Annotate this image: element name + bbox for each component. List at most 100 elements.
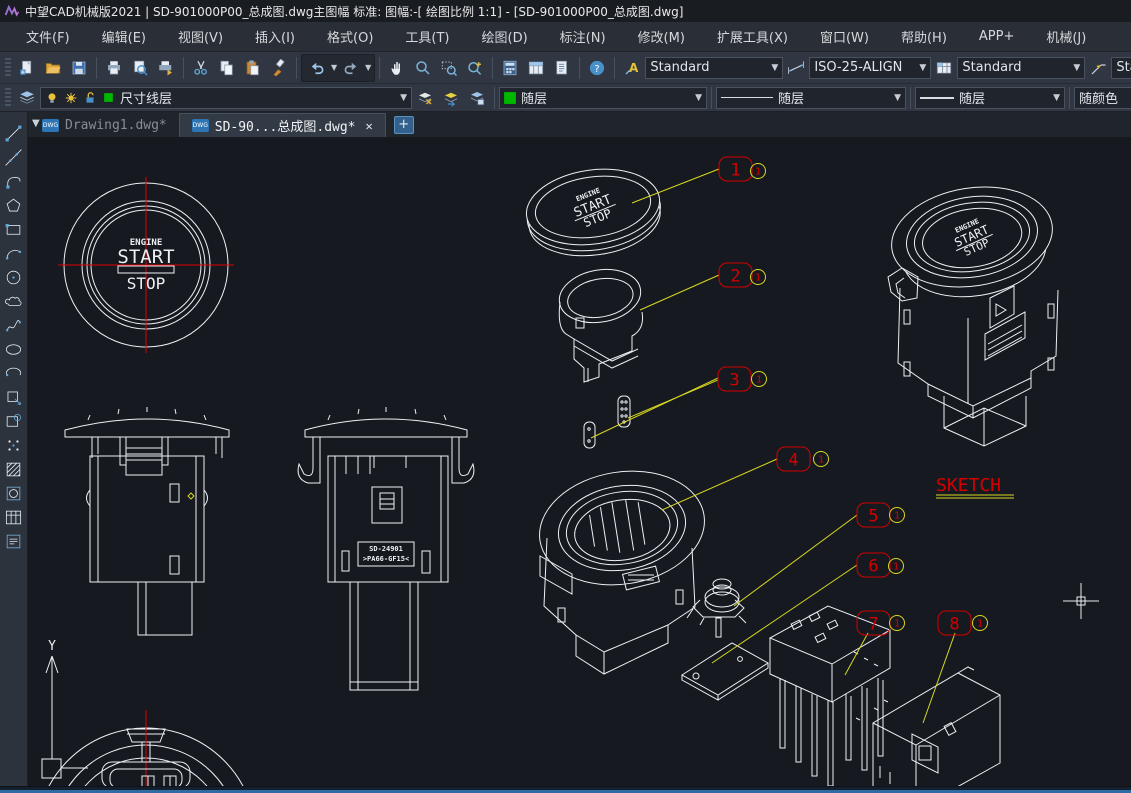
combo-caret-icon[interactable]: ▼ [691,93,702,103]
dropdown-caret-icon[interactable]: ▼ [365,63,371,72]
dim-style-combo[interactable]: ISO-25-ALIGN▼ [809,57,931,79]
zoom-realtime-button[interactable] [410,55,436,81]
tab-list-dropdown-icon[interactable]: ▼ [32,118,40,129]
table-button[interactable] [523,55,549,81]
menu-item-4[interactable]: 插入(I) [241,23,309,50]
draw-tool-hatch[interactable] [2,458,26,481]
menu-item-1[interactable]: 文件(F) [12,23,84,50]
dim-style-icon[interactable] [783,55,809,81]
menu-item-6[interactable]: 工具(T) [391,23,463,50]
batch-plot-button[interactable] [153,55,179,81]
draw-tool-xline[interactable] [2,146,26,169]
standard-toolbar: ▼▼?AStandard▼ISO-25-ALIGN▼Standard▼Stand… [0,52,1131,84]
open-button[interactable] [40,55,66,81]
menu-item-9[interactable]: 修改(M) [624,23,699,50]
draw-tool-circle[interactable] [2,266,26,289]
save-button[interactable] [66,55,92,81]
plotstyle-combo[interactable]: 随颜色 [1074,87,1131,109]
mleader-style-combo[interactable]: Standard [1111,57,1131,79]
menu-item-8[interactable]: 标注(N) [546,23,620,50]
tab-close-icon[interactable]: ✕ [366,119,373,133]
lineweight-combo[interactable]: 随层 ▼ [915,87,1065,109]
balloon-number: 6 [868,557,878,577]
combo-value: Standard [1116,60,1131,75]
menu-item-13[interactable]: APP+ [965,25,1028,48]
toolbar-separator [1069,87,1070,109]
layer-previous-button[interactable] [438,85,464,111]
bulb-icon[interactable] [45,91,59,105]
draw-tool-make-block[interactable] [2,410,26,433]
menu-item-11[interactable]: 窗口(W) [806,23,883,50]
draw-tool-gradient[interactable] [2,482,26,505]
menu-item-5[interactable]: 格式(O) [313,23,387,50]
make-current-button[interactable] [412,85,438,111]
pan-button[interactable] [384,55,410,81]
view-button-front: ENGINE START STOP [58,177,234,353]
plot-preview-button[interactable] [127,55,153,81]
new-file-button[interactable] [14,55,40,81]
combo-value: 随层 [959,88,985,107]
mleader-style-icon[interactable] [1085,55,1111,81]
draw-tool-polyline[interactable] [2,170,26,193]
linetype-combo[interactable]: 随层▼ [716,87,906,109]
zoom-window-button[interactable] [436,55,462,81]
toolbar-grip[interactable] [5,88,11,108]
sheet-set-button[interactable] [549,55,575,81]
toolbar-grip[interactable] [5,58,11,78]
draw-tool-revcloud[interactable] [2,290,26,313]
combo-caret-icon[interactable]: ▼ [890,93,901,103]
help-button[interactable]: ? [584,55,610,81]
combo-caret-icon[interactable]: ▼ [1049,93,1060,103]
draw-tool-insert-block[interactable] [2,386,26,409]
draw-tool-line[interactable] [2,122,26,145]
menu-item-10[interactable]: 扩展工具(X) [703,23,802,50]
print-button[interactable] [101,55,127,81]
table-style-combo[interactable]: Standard▼ [957,57,1085,79]
document-tab-1[interactable]: DWGDrawing1.dwg* [30,113,179,137]
layer-color-swatch[interactable] [102,91,115,104]
draw-tool-table[interactable] [2,506,26,529]
drawing-canvas[interactable]: ENGINE START STOP ENGINE START STOP [28,138,1131,786]
text-style-icon[interactable]: A [619,55,645,81]
paste-button[interactable] [240,55,266,81]
text-style-combo[interactable]: Standard▼ [645,57,783,79]
menu-item-14[interactable]: 机械(J) [1032,23,1100,50]
draw-tool-rectangle[interactable] [2,218,26,241]
draw-tool-polygon[interactable] [2,194,26,217]
draw-tool-spline[interactable] [2,314,26,337]
qty-number: 1 [756,375,762,386]
draw-tool-arc[interactable] [2,242,26,265]
layer-combo-caret-icon[interactable]: ▼ [396,93,407,103]
combo-caret-icon[interactable]: ▼ [1069,63,1080,73]
draw-tool-ellipse-arc[interactable] [2,362,26,385]
freeze-icon[interactable] [64,91,78,105]
cut-button[interactable] [188,55,214,81]
match-properties-button[interactable] [266,55,292,81]
layer-combo[interactable]: 尺寸线层▼ [40,87,412,109]
layer-states-button[interactable] [464,85,490,111]
draw-tool-point[interactable] [2,434,26,457]
menu-item-2[interactable]: 编辑(E) [88,23,160,50]
color-combo[interactable]: 随层▼ [499,87,707,109]
draw-tool-ellipse[interactable] [2,338,26,361]
redo-button[interactable] [338,55,364,81]
menu-item-7[interactable]: 绘图(D) [468,23,542,50]
combo-caret-icon[interactable]: ▼ [767,63,778,73]
undo-button[interactable] [304,55,330,81]
copy-button[interactable] [214,55,240,81]
unlock-icon[interactable] [83,91,97,105]
crosshair-cursor [1063,583,1099,619]
menu-item-3[interactable]: 视图(V) [164,23,237,50]
zoom-object-button[interactable] [462,55,488,81]
draw-tool-mtext[interactable] [2,530,26,553]
combo-caret-icon[interactable]: ▼ [915,63,926,73]
menu-item-12[interactable]: 帮助(H) [887,23,961,50]
ucs-icon: Y [42,639,88,778]
layer-properties-button[interactable] [14,85,40,111]
toolbar-separator [296,57,297,79]
new-tab-button[interactable]: + [394,116,414,134]
document-tab-2[interactable]: DWGSD-90...总成图.dwg*✕ [179,113,386,137]
calculator-button[interactable] [497,55,523,81]
table-style-icon[interactable] [931,55,957,81]
dropdown-caret-icon[interactable]: ▼ [331,63,337,72]
